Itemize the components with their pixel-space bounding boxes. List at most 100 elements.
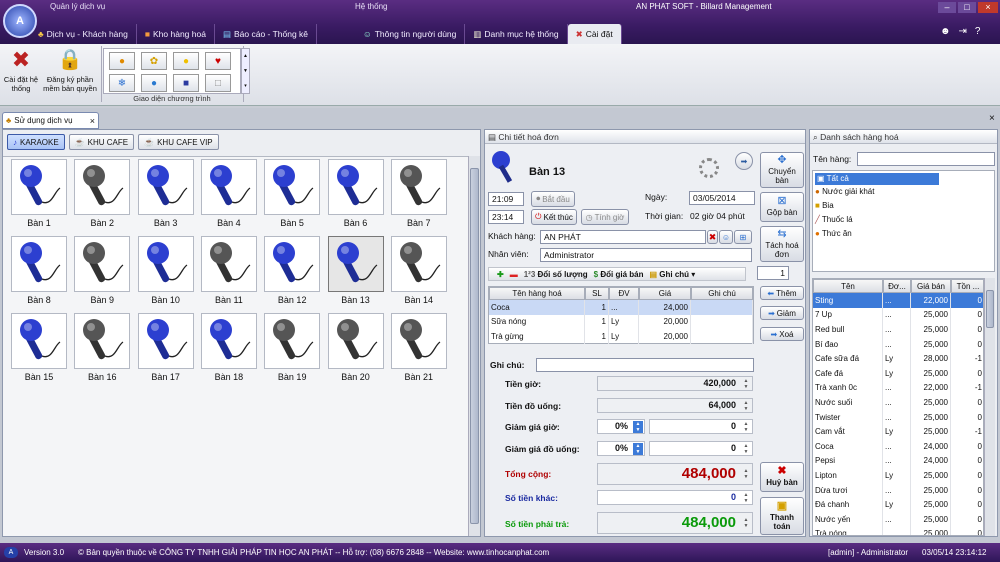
- product-row[interactable]: Coca... 24,000 0: [813, 439, 983, 454]
- table-7[interactable]: Bàn 7: [390, 159, 447, 231]
- invoice-col-header[interactable]: Tên hàng hoá: [489, 287, 585, 300]
- discount-drinks-percent[interactable]: 0% ▲ ▼: [597, 441, 645, 456]
- checkout-button[interactable]: ▣ Thanh toán: [760, 497, 804, 535]
- scroll-thumb[interactable]: [986, 290, 994, 328]
- table-13[interactable]: Bàn 13: [327, 236, 384, 308]
- change-price-button[interactable]: $ Đổi giá bán: [594, 270, 644, 279]
- table-14[interactable]: Bàn 14: [390, 236, 447, 308]
- staff-select[interactable]: Administrator: [540, 248, 752, 262]
- table-11[interactable]: Bàn 11: [200, 236, 257, 308]
- invoice-col-header[interactable]: ĐV: [609, 287, 639, 300]
- merge-table-button[interactable]: ⊠ Gộp bàn: [760, 192, 804, 222]
- note-input[interactable]: [536, 358, 754, 372]
- table-3[interactable]: Bàn 3: [137, 159, 194, 231]
- product-row[interactable]: Đá chanh Ly 25,000 0: [813, 497, 983, 512]
- add-item-icon[interactable]: ✚: [497, 270, 504, 279]
- table-18[interactable]: Bàn 18: [200, 313, 257, 385]
- discount-hours-value[interactable]: 0 ▲ ▼: [649, 419, 753, 434]
- table-10[interactable]: Bàn 10: [137, 236, 194, 308]
- table-9[interactable]: Bàn 9: [74, 236, 131, 308]
- doc-close-icon[interactable]: ×: [989, 113, 995, 124]
- product-col-header[interactable]: Tên: [813, 279, 883, 293]
- product-row[interactable]: Nước suối... 25,000 0: [813, 395, 983, 410]
- discount-drinks-value[interactable]: 0 ▲ ▼: [649, 441, 753, 456]
- system-settings-button[interactable]: ✖ Cài đặt hệ thống: [3, 47, 39, 93]
- theme-swatch-snow[interactable]: ❄: [109, 74, 135, 92]
- table-1[interactable]: Bàn 1: [11, 159, 67, 231]
- menu-system[interactable]: Hệ thống: [355, 0, 387, 14]
- table-8[interactable]: Bàn 8: [11, 236, 67, 308]
- exit-icon[interactable]: ⇥: [959, 26, 967, 37]
- remove-item-icon[interactable]: ▬: [510, 270, 518, 279]
- maximize-button[interactable]: □: [958, 2, 976, 13]
- date-input[interactable]: 03/05/2014: [689, 191, 755, 205]
- other-amount-value[interactable]: 0 ▲ ▼: [597, 490, 753, 505]
- table-15[interactable]: Bàn 15: [11, 313, 67, 385]
- product-row[interactable]: Sting... 22,000 0: [813, 293, 983, 308]
- category-all[interactable]: ▣ Tất cả: [815, 173, 939, 185]
- theme-swatch-blue[interactable]: ■: [173, 74, 199, 92]
- table-12[interactable]: Bàn 12: [264, 236, 321, 308]
- table-scrollbar[interactable]: [468, 156, 480, 536]
- area-tab-karaoke[interactable]: ♪ KARAOKE: [7, 134, 65, 150]
- category-food[interactable]: ● Thức ăn: [815, 229, 852, 238]
- license-button[interactable]: 🔒 Đăng ký phần mềm bản quyền: [40, 47, 100, 93]
- product-row[interactable]: Lipton Ly 25,000 0: [813, 468, 983, 483]
- search-customer-button[interactable]: ☺: [719, 230, 733, 244]
- change-qty-button[interactable]: 1²3 Đổi số lượng: [524, 270, 588, 279]
- product-row[interactable]: 7 Up... 25,000 0: [813, 307, 983, 323]
- move-table-button[interactable]: ✥ Chuyển bàn: [760, 152, 804, 188]
- product-row[interactable]: Cafe đá Ly 25,000 0: [813, 366, 983, 381]
- end-time-input[interactable]: 23:14: [488, 210, 524, 224]
- reduce-button[interactable]: ➡ Giảm: [760, 306, 804, 320]
- table-19[interactable]: Bàn 19: [264, 313, 321, 385]
- product-row[interactable]: Cafe sữa đá Ly 28,000 -1: [813, 351, 983, 366]
- category-cigarettes[interactable]: ╱ Thuốc lá: [815, 215, 853, 224]
- product-row[interactable]: Cam vắt Ly 25,000 -1: [813, 424, 983, 439]
- invoice-row[interactable]: Trà gừng 1 Ly 20,000: [489, 329, 753, 344]
- invoice-row[interactable]: Coca 1... 24,000: [489, 300, 753, 315]
- customer-input[interactable]: AN PHÁT: [540, 230, 706, 244]
- category-soft-drinks[interactable]: ● Nước giải khát: [815, 187, 874, 196]
- close-tab-icon[interactable]: ×: [90, 116, 95, 126]
- product-row[interactable]: Dừa tươi... 25,000 0: [813, 482, 983, 498]
- tab-catalog[interactable]: ▥ Danh mục hệ thống: [465, 24, 568, 44]
- start-time-input[interactable]: 21:09: [488, 192, 524, 206]
- product-row[interactable]: Pepsi... 24,000 0: [813, 453, 983, 469]
- end-button[interactable]: ⏻ Kết thúc: [531, 209, 577, 225]
- invoice-col-header[interactable]: Giá: [639, 287, 691, 300]
- product-col-header[interactable]: Đơ...: [883, 279, 911, 293]
- next-arrow-button[interactable]: ➡: [735, 152, 753, 170]
- discount-hours-percent[interactable]: 0% ▲ ▼: [597, 419, 645, 434]
- tab-reports[interactable]: ▤ Báo cáo - Thống kê: [215, 24, 318, 44]
- theme-swatch-orange[interactable]: ●: [109, 52, 135, 70]
- theme-swatch-sun[interactable]: ●: [173, 52, 199, 70]
- users-icon[interactable]: ☻: [940, 26, 951, 37]
- table-5[interactable]: Bàn 5: [264, 159, 321, 231]
- add-customer-button[interactable]: ⊞: [734, 230, 752, 244]
- invoice-row[interactable]: Sữa nóng 1 Ly 20,000: [489, 314, 753, 330]
- split-invoice-button[interactable]: ⇆ Tách hoá đơn: [760, 226, 804, 262]
- table-21[interactable]: Bàn 21: [390, 313, 447, 385]
- tab-settings[interactable]: ✖ Cài đặt: [567, 24, 622, 44]
- theme-swatch-plain[interactable]: □: [205, 74, 231, 92]
- close-button[interactable]: ×: [978, 2, 998, 13]
- table-2[interactable]: Bàn 2: [74, 159, 131, 231]
- theme-scroll[interactable]: ▲ ▼ ▾: [241, 48, 250, 94]
- clear-customer-button[interactable]: ✖: [707, 230, 718, 244]
- table-16[interactable]: Bàn 16: [74, 313, 131, 385]
- menu-left[interactable]: Quản lý dịch vụ: [50, 0, 105, 14]
- area-tab-cafe-vip[interactable]: ☕ KHU CAFE VIP: [138, 134, 219, 150]
- product-search-input[interactable]: [857, 152, 995, 166]
- tab-inventory[interactable]: ■ Kho hàng hoá: [137, 24, 215, 44]
- product-row[interactable]: Red bull... 25,000 0: [813, 322, 983, 337]
- qty-input[interactable]: 1: [757, 266, 789, 280]
- theme-swatch-pumpkin[interactable]: ●: [141, 74, 167, 92]
- calc-time-button[interactable]: ◷ Tính giờ: [581, 209, 629, 225]
- add-button[interactable]: ⬅ Thêm: [760, 286, 804, 300]
- product-row[interactable]: Nước yến... 25,000 0: [813, 512, 983, 527]
- product-row[interactable]: Trà xanh 0c... 22,000 -1: [813, 380, 983, 396]
- cancel-table-button[interactable]: ✖ Huỷ bàn: [760, 462, 804, 492]
- product-col-header[interactable]: Giá bán: [911, 279, 951, 293]
- tab-services[interactable]: ♣ Dịch vụ - Khách hàng: [30, 24, 137, 44]
